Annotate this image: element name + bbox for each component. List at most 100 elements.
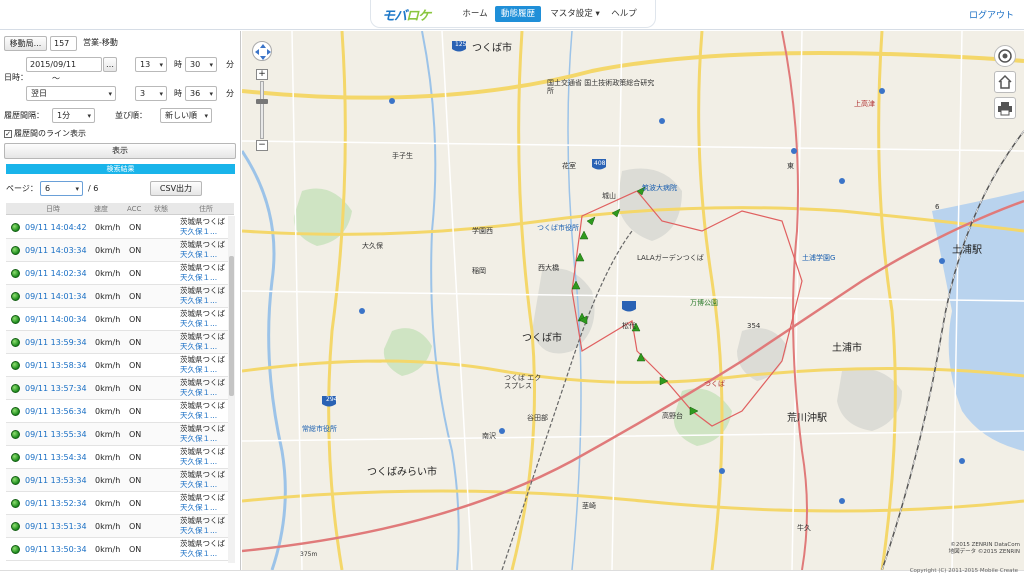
zoom-in-button[interactable]: + [256,69,268,80]
order-label: 並び順： [115,111,147,120]
line-display-label: 履歴間のライン表示 [14,129,86,138]
zoom-out-button[interactable]: − [256,140,268,151]
row-address-line-2[interactable]: 天久保１... [180,319,228,329]
map-home-button[interactable] [994,71,1016,93]
table-row[interactable]: 09/11 13:52:34 0km/h ON 茨城県つくば 天久保１... [6,492,228,515]
row-address-line-1: 茨城県つくば [180,355,225,364]
nav-home[interactable]: ホーム [458,6,492,22]
start-date-picker-button[interactable]: … [103,57,117,72]
row-datetime[interactable]: 09/11 13:53:34 [25,469,87,492]
table-row[interactable]: 09/11 13:51:34 0km/h ON 茨城県つくば 天久保１... [6,515,228,538]
row-datetime[interactable]: 09/11 14:04:42 [25,216,87,239]
table-row[interactable]: 09/11 13:58:34 0km/h ON 茨城県つくば 天久保１... [6,354,228,377]
table-row[interactable]: 09/11 13:59:34 0km/h ON 茨城県つくば 天久保１... [6,331,228,354]
row-address-line-2[interactable]: 天久保１... [180,457,228,467]
table-row[interactable]: 09/11 13:57:34 0km/h ON 茨城県つくば 天久保１... [6,377,228,400]
table-scrollbar-thumb[interactable] [229,256,234,396]
map-zoom-slider[interactable]: + − [256,69,268,151]
row-speed: 0km/h [95,545,121,554]
zoom-track[interactable] [260,81,264,139]
order-select[interactable]: 新しい順 [160,108,212,123]
col-speed[interactable]: 速度 [94,203,108,215]
vehicle-select-button[interactable]: 移動局... [4,36,47,51]
row-datetime[interactable]: 09/11 13:56:34 [25,400,87,423]
row-datetime[interactable]: 09/11 14:01:34 [25,285,87,308]
row-address-line-2[interactable]: 天久保１... [180,365,228,375]
row-datetime[interactable]: 09/11 13:54:34 [25,446,87,469]
row-datetime[interactable]: 09/11 13:58:34 [25,354,87,377]
table-row[interactable]: 09/11 14:04:42 0km/h ON 茨城県つくば 天久保１... [6,216,228,239]
row-address-line-2[interactable]: 天久保１... [180,526,228,536]
row-address-line-2[interactable]: 天久保１... [180,273,228,283]
row-address-line-2[interactable]: 天久保１... [180,388,228,398]
vehicle-id-field[interactable]: 157 [50,36,77,51]
interval-label: 履歴間隔： [4,111,44,120]
table-row[interactable]: 09/11 14:01:34 0km/h ON 茨城県つくば 天久保１... [6,285,228,308]
col-acc[interactable]: ACC [127,203,141,215]
map-label-park: 万博公園 [690,299,718,307]
nav-help[interactable]: ヘルプ [606,6,642,22]
row-datetime[interactable]: 09/11 13:52:34 [25,492,87,515]
end-hour-select[interactable]: 3 [135,86,167,101]
map-print-button[interactable] [994,97,1016,119]
line-display-checkbox[interactable]: ✓ [4,130,12,138]
start-hour-select[interactable]: 13 [135,57,167,72]
nav-master-settings[interactable]: マスタ設定 ▾ [546,6,604,22]
end-min-unit: 分 [226,89,234,98]
table-row[interactable]: 09/11 14:00:34 0km/h ON 茨城県つくば 天久保１... [6,308,228,331]
row-address-line-2[interactable]: 天久保１... [180,227,228,237]
row-address-line-1: 茨城県つくば [180,470,225,479]
table-row[interactable]: 09/11 13:54:34 0km/h ON 茨城県つくば 天久保１... [6,446,228,469]
row-address-line-2[interactable]: 天久保１... [180,480,228,490]
row-datetime[interactable]: 09/11 14:03:34 [25,239,87,262]
row-address-line-2[interactable]: 天久保１... [180,503,228,513]
row-speed: 0km/h [95,269,121,278]
map-target-button[interactable] [994,45,1016,67]
app-logo[interactable]: モバロケ [382,5,452,24]
end-min-select[interactable]: 36 [185,86,217,101]
show-button[interactable]: 表示 [4,143,236,159]
table-row[interactable]: 09/11 13:56:34 0km/h ON 茨城県つくば 天久保１... [6,400,228,423]
row-acc: ON [129,522,142,531]
map-route-408: 408 [594,160,606,167]
row-address: 茨城県つくば 天久保１... [180,378,228,398]
zoom-thumb[interactable] [256,99,268,104]
table-row[interactable]: 09/11 13:53:34 0km/h ON 茨城県つくば 天久保１... [6,469,228,492]
vehicle-status-icon [11,407,20,416]
row-speed: 0km/h [95,384,121,393]
map-label-ushiku: 牛久 [797,524,811,532]
table-row[interactable]: 09/11 13:55:34 0km/h ON 茨城県つくば 天久保１... [6,423,228,446]
map-view[interactable]: つくば市 つくば市 つくばみらい市 土浦市 土浦駅 荒川沖駅 つくば市役所 筑波… [242,31,1024,570]
map-label-tsuchiura-city: 土浦市 [832,343,862,354]
row-datetime[interactable]: 09/11 13:51:34 [25,515,87,538]
col-status[interactable]: 状態 [154,203,168,215]
logout-link[interactable]: ログアウト [969,8,1014,21]
col-datetime[interactable]: 日時 [46,203,60,215]
table-scrollbar[interactable] [228,216,235,563]
row-address-line-2[interactable]: 天久保１... [180,296,228,306]
nav-history[interactable]: 動態履歴 [495,6,541,22]
start-date-field[interactable]: 2015/09/11 [26,57,102,72]
row-datetime[interactable]: 09/11 14:02:34 [25,262,87,285]
row-address-line-2[interactable]: 天久保１... [180,434,228,444]
table-row[interactable]: 09/11 13:50:34 0km/h ON 茨城県つくば 天久保１... [6,538,228,561]
table-row[interactable]: 09/11 14:03:34 0km/h ON 茨城県つくば 天久保１... [6,239,228,262]
page-select[interactable]: 6 [40,181,83,196]
csv-export-button[interactable]: CSV出力 [150,181,202,196]
col-address[interactable]: 住所 [199,203,213,215]
row-datetime[interactable]: 09/11 13:59:34 [25,331,87,354]
row-address-line-2[interactable]: 天久保１... [180,342,228,352]
row-address-line-2[interactable]: 天久保１... [180,411,228,421]
row-datetime[interactable]: 09/11 13:50:34 [25,538,87,561]
end-day-select[interactable]: 翌日 [26,86,116,101]
row-address-line-2[interactable]: 天久保１... [180,250,228,260]
interval-select[interactable]: 1分 [52,108,95,123]
map-route-125: 125 [455,41,467,48]
row-datetime[interactable]: 09/11 13:57:34 [25,377,87,400]
table-row[interactable]: 09/11 14:02:34 0km/h ON 茨城県つくば 天久保１... [6,262,228,285]
row-datetime[interactable]: 09/11 13:55:34 [25,423,87,446]
row-datetime[interactable]: 09/11 14:00:34 [25,308,87,331]
row-address-line-2[interactable]: 天久保１... [180,549,228,559]
map-pan-control[interactable] [252,41,272,61]
start-min-select[interactable]: 30 [185,57,217,72]
